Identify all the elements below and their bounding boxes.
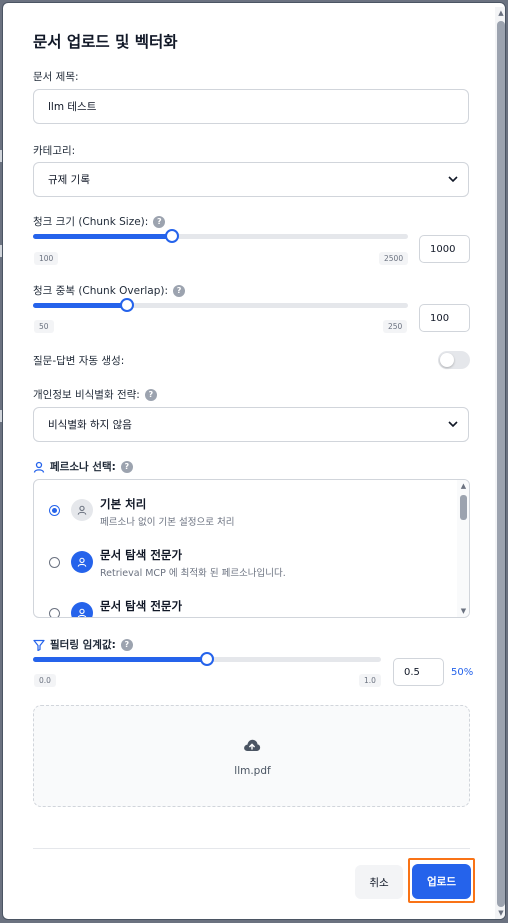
avatar (71, 499, 93, 521)
help-icon[interactable]: ? (153, 215, 166, 228)
persona-radio[interactable] (49, 505, 60, 516)
persona-description: Retrieval MCP 에 최적화 된 페르소나입니다. (100, 568, 286, 579)
chunk-size-max: 2500 (379, 252, 409, 265)
filter-threshold-label: 필터링 임계값: ? (33, 637, 133, 652)
help-icon[interactable]: ? (120, 460, 133, 473)
scroll-up-arrow-icon[interactable]: ▲ (458, 482, 469, 490)
help-icon[interactable]: ? (144, 388, 157, 401)
filter-threshold-slider-thumb[interactable] (200, 652, 214, 666)
help-icon[interactable]: ? (120, 638, 133, 651)
help-icon[interactable]: ? (173, 284, 186, 297)
doc-title-label: 문서 제목: (33, 71, 79, 83)
filter-threshold-percent: 50% (451, 667, 474, 678)
filter-icon (33, 639, 45, 651)
modal-scrollbar-thumb[interactable] (497, 21, 505, 907)
filter-threshold-input[interactable]: 0.5 (393, 658, 444, 686)
chunk-overlap-slider[interactable] (33, 303, 408, 308)
persona-list-scrollbar-thumb[interactable] (460, 495, 467, 520)
chunk-overlap-min: 50 (34, 320, 54, 333)
cloud-upload-icon (244, 739, 261, 751)
selected-file-name: llm.pdf (234, 765, 271, 777)
chunk-overlap-label: 청크 중복 (Chunk Overlap): ? (33, 283, 186, 298)
chunk-overlap-input[interactable]: 100 (419, 304, 470, 332)
chunk-size-slider-fill (33, 234, 172, 239)
category-select[interactable]: 규제 기록 (33, 162, 469, 197)
chunk-size-slider-thumb[interactable] (164, 229, 179, 243)
persona-label: 페르소나 선택: ? (33, 459, 133, 474)
filter-threshold-max: 1.0 (359, 674, 381, 687)
privacy-strategy-select[interactable]: 비식별화 하지 않음 (33, 407, 469, 442)
chunk-overlap-slider-fill (33, 303, 127, 308)
filter-threshold-slider-fill (33, 657, 207, 662)
chunk-size-slider[interactable] (33, 234, 408, 239)
user-icon (77, 608, 87, 617)
upload-button[interactable]: 업로드 (412, 864, 471, 899)
scroll-down-arrow-icon[interactable]: ▼ (458, 607, 469, 615)
chunk-size-label: 청크 크기 (Chunk Size): ? (33, 214, 166, 229)
chevron-down-icon (448, 421, 458, 428)
cancel-button[interactable]: 취소 (355, 865, 403, 899)
footer-divider (33, 848, 470, 849)
persona-name: 문서 탐색 전문가 (100, 599, 183, 613)
persona-list[interactable]: 기본 처리 페르소나 없이 기본 설정으로 처리 문서 탐색 전문가 Retri… (33, 479, 470, 618)
user-icon (33, 461, 45, 473)
modal-title: 문서 업로드 및 벡터화 (33, 33, 178, 51)
chunk-size-min: 100 (34, 252, 59, 265)
avatar (71, 551, 93, 573)
privacy-strategy-label: 개인정보 비식별화 전략: ? (33, 387, 157, 402)
doc-title-input[interactable]: llm 테스트 (33, 89, 469, 124)
category-label: 카테고리: (33, 145, 76, 157)
persona-radio[interactable] (49, 557, 60, 568)
persona-option[interactable]: 기본 처리 페르소나 없이 기본 설정으로 처리 (34, 487, 454, 537)
qa-generation-toggle[interactable] (438, 351, 470, 369)
scroll-down-arrow-icon[interactable]: ▼ (497, 909, 505, 917)
chunk-overlap-max: 250 (383, 320, 408, 333)
persona-name: 문서 탐색 전문가 (100, 548, 183, 562)
persona-name: 기본 처리 (100, 497, 147, 511)
file-drop-zone[interactable]: llm.pdf (33, 705, 470, 807)
chunk-size-input[interactable]: 1000 (419, 235, 470, 263)
filter-threshold-min: 0.0 (34, 674, 56, 687)
user-icon (77, 557, 87, 567)
persona-option[interactable]: 문서 탐색 전문가 Retrieval MCP 에 최적화 된 페르소나입니다. (34, 539, 454, 589)
persona-option[interactable]: 문서 탐색 전문가 (34, 590, 454, 617)
chevron-down-icon (448, 176, 458, 183)
upload-modal: ▲ ▼ 문서 업로드 및 벡터화 문서 제목: llm 테스트 카테고리: 규제… (2, 2, 506, 920)
avatar (71, 602, 93, 617)
toggle-knob (440, 353, 454, 367)
user-icon (77, 505, 87, 515)
qa-generation-label: 질문-답변 자동 생성: (33, 355, 125, 367)
scroll-up-arrow-icon[interactable]: ▲ (497, 9, 505, 17)
persona-radio[interactable] (49, 608, 60, 617)
chunk-overlap-slider-thumb[interactable] (119, 298, 134, 312)
persona-description: 페르소나 없이 기본 설정으로 처리 (100, 517, 235, 528)
